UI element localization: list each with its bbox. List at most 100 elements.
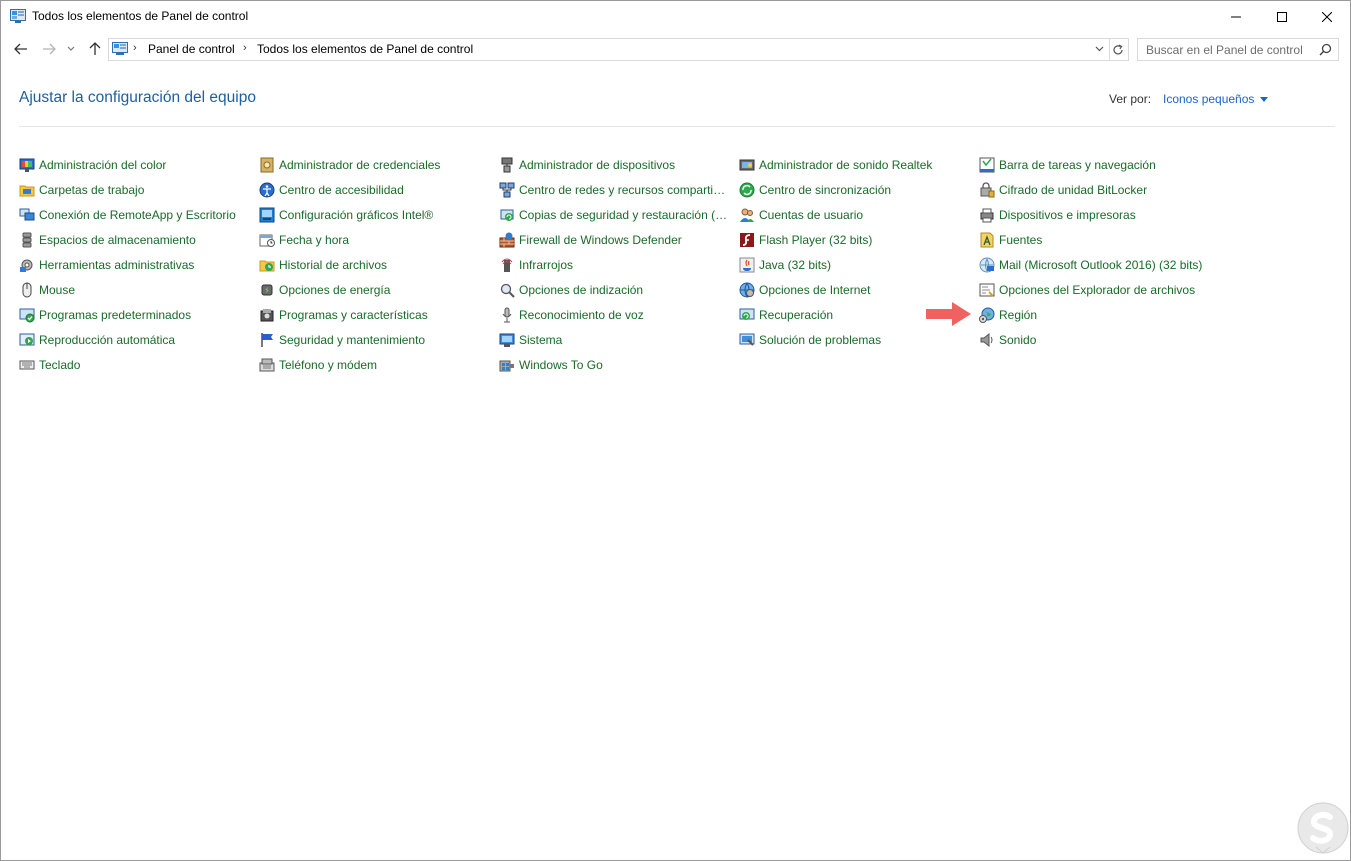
- control-panel-item[interactable]: Región: [979, 306, 1037, 324]
- maximize-icon: [1277, 11, 1287, 22]
- region-globe-icon: [979, 307, 995, 323]
- search-icon[interactable]: [1319, 43, 1332, 56]
- control-panel-window: Todos los elementos de Panel de control: [0, 0, 1351, 861]
- control-panel-item[interactable]: Fecha y hora: [259, 231, 349, 249]
- address-bar[interactable]: › Panel de control › Todos los elementos…: [108, 38, 1110, 61]
- control-panel-item[interactable]: Opciones de indización: [499, 281, 643, 299]
- breadcrumb-control-panel[interactable]: Panel de control: [148, 42, 235, 56]
- close-button[interactable]: [1304, 1, 1350, 32]
- security-flag-icon: [261, 333, 273, 347]
- forward-button[interactable]: [39, 39, 59, 59]
- control-panel-item[interactable]: Herramientas administrativas: [19, 256, 194, 274]
- work-folders-icon: [19, 185, 35, 197]
- control-panel-item-label: Programas y características: [279, 308, 428, 322]
- control-panel-item-label: Teléfono y módem: [279, 358, 378, 372]
- control-panel-item-label: Mouse: [39, 283, 76, 297]
- control-panel-item-label: Programas predeterminados: [39, 308, 192, 322]
- control-panel-item-label: Infrarrojos: [519, 258, 574, 272]
- forward-arrow-icon: [43, 43, 56, 55]
- control-panel-item[interactable]: Barra de tareas y navegación: [979, 156, 1156, 174]
- phone-modem-icon: [259, 358, 275, 372]
- control-panel-item[interactable]: Espacios de almacenamiento: [19, 231, 196, 249]
- control-panel-item[interactable]: Programas predeterminados: [19, 306, 191, 324]
- maximize-button[interactable]: [1259, 1, 1305, 32]
- back-arrow-icon: [14, 43, 27, 55]
- control-panel-item[interactable]: Administración del color: [19, 156, 166, 174]
- control-panel-item-label: Herramientas administrativas: [39, 258, 195, 272]
- control-panel-item[interactable]: Teléfono y módem: [259, 356, 377, 374]
- control-panel-item[interactable]: Administrador de sonido Realtek: [739, 156, 932, 174]
- control-panel-item-label: Java (32 bits): [759, 258, 832, 272]
- control-panel-item[interactable]: Conexión de RemoteApp y Escritorio: [19, 206, 236, 224]
- control-panel-item[interactable]: Cifrado de unidad BitLocker: [979, 181, 1147, 199]
- control-panel-item-label: Cifrado de unidad BitLocker: [999, 183, 1148, 197]
- control-panel-item[interactable]: Copias de seguridad y restauración (…: [499, 206, 727, 224]
- recovery-icon: [739, 308, 755, 320]
- date-time-icon: [259, 234, 275, 247]
- search-input[interactable]: [1138, 39, 1316, 60]
- control-panel-item[interactable]: Centro de accesibilidad: [259, 181, 404, 199]
- control-panel-item[interactable]: Mail (Microsoft Outlook 2016) (32 bits): [979, 256, 1202, 274]
- recent-locations-button[interactable]: [64, 39, 78, 59]
- control-panel-item-label: Carpetas de trabajo: [39, 183, 145, 197]
- refresh-button[interactable]: [1108, 38, 1129, 61]
- control-panel-item[interactable]: Teclado: [19, 356, 80, 374]
- control-panel-item[interactable]: Administrador de dispositivos: [499, 156, 675, 174]
- up-button[interactable]: [85, 39, 105, 59]
- view-by-dropdown[interactable]: Iconos pequeños: [1163, 92, 1269, 106]
- control-panel-item-label: Recuperación: [759, 308, 834, 322]
- control-panel-item[interactable]: Dispositivos e impresoras: [979, 206, 1136, 224]
- refresh-icon: [1113, 43, 1123, 54]
- control-panel-item-label: Solución de problemas: [759, 333, 882, 347]
- autoplay-icon: [19, 333, 35, 346]
- control-panel-item-label: Opciones de indización: [519, 283, 644, 297]
- control-panel-item[interactable]: Opciones de energía: [259, 281, 390, 299]
- control-panel-item[interactable]: Cuentas de usuario: [739, 206, 863, 224]
- control-panel-item[interactable]: Configuración gráficos Intel®: [259, 206, 433, 224]
- control-panel-item[interactable]: Fuentes: [979, 231, 1042, 249]
- minimize-button[interactable]: [1213, 1, 1259, 32]
- sync-center-icon: [739, 182, 755, 198]
- control-panel-icon: [112, 42, 128, 55]
- infrared-icon: [501, 258, 513, 272]
- mail-icon: [979, 257, 995, 273]
- control-panel-item[interactable]: Centro de sincronización: [739, 181, 891, 199]
- control-panel-item[interactable]: Firewall de Windows Defender: [499, 231, 682, 249]
- control-panel-item[interactable]: Programas y características: [259, 306, 428, 324]
- control-panel-item[interactable]: Sistema: [499, 331, 562, 349]
- control-panel-item[interactable]: Carpetas de trabajo: [19, 181, 144, 199]
- control-panel-item[interactable]: Administrador de credenciales: [259, 156, 440, 174]
- control-panel-item[interactable]: Opciones de Internet: [739, 281, 870, 299]
- flash-player-icon: [740, 233, 754, 247]
- control-panel-item-label: Historial de archivos: [279, 258, 388, 272]
- control-panel-item-label: Opciones del Explorador de archivos: [999, 283, 1196, 297]
- control-panel-item[interactable]: Centro de redes y recursos comparti…: [499, 181, 725, 199]
- view-by-label: Ver por:: [1109, 92, 1152, 106]
- control-panel-item[interactable]: Mouse: [19, 281, 75, 299]
- chevron-down-icon: [1095, 46, 1103, 52]
- control-panel-item[interactable]: Reproducción automática: [19, 331, 175, 349]
- control-panel-item[interactable]: Solución de problemas: [739, 331, 881, 349]
- close-icon: [1322, 11, 1332, 22]
- address-history-dropdown[interactable]: [1092, 41, 1106, 57]
- control-panel-item[interactable]: Sonido: [979, 331, 1036, 349]
- control-panel-item[interactable]: Infrarrojos: [499, 256, 573, 274]
- bitlocker-icon: [980, 182, 995, 198]
- control-panel-item[interactable]: Recuperación: [739, 306, 833, 324]
- back-button[interactable]: [11, 39, 31, 59]
- control-panel-item[interactable]: Java (32 bits): [739, 256, 831, 274]
- control-panel-item[interactable]: Historial de archivos: [259, 256, 387, 274]
- system-icon: [499, 333, 515, 347]
- control-panel-item[interactable]: Flash Player (32 bits): [739, 231, 872, 249]
- breadcrumb-separator[interactable]: ›: [133, 42, 137, 54]
- control-panel-item-label: Fecha y hora: [279, 233, 350, 247]
- indexing-options-icon: [500, 283, 515, 298]
- breadcrumb-separator[interactable]: ›: [243, 42, 247, 54]
- control-panel-item[interactable]: Seguridad y mantenimiento: [259, 331, 425, 349]
- control-panel-item[interactable]: Reconocimiento de voz: [499, 306, 644, 324]
- breadcrumb-all-items[interactable]: Todos los elementos de Panel de control: [257, 42, 473, 56]
- control-panel-item[interactable]: Opciones del Explorador de archivos: [979, 281, 1195, 299]
- intel-graphics-icon: [259, 207, 275, 223]
- control-panel-item[interactable]: Windows To Go: [499, 356, 603, 374]
- user-accounts-icon: [740, 208, 754, 222]
